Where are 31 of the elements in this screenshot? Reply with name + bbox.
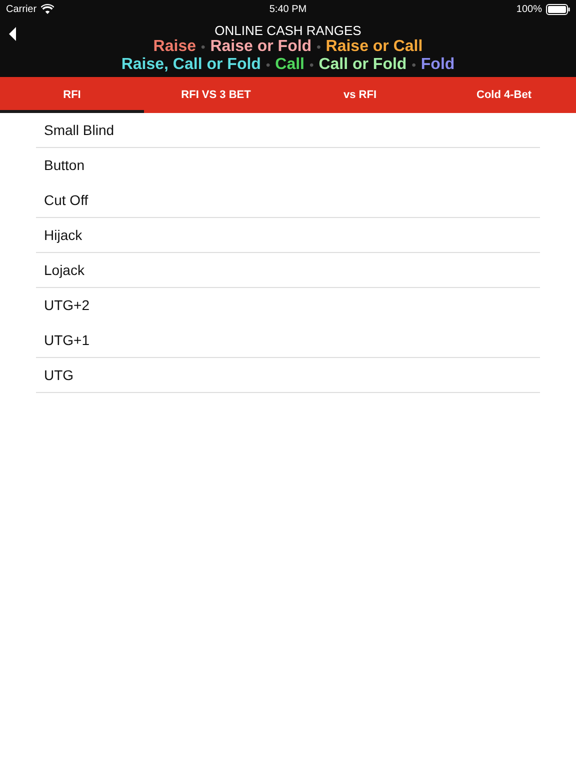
legend-label: Raise, Call or Fold bbox=[121, 56, 261, 73]
legend-separator: • bbox=[309, 58, 314, 72]
position-item[interactable]: Hijack bbox=[44, 227, 82, 243]
carrier-label: Carrier bbox=[6, 4, 37, 14]
position-item[interactable]: UTG bbox=[44, 367, 74, 383]
position-item[interactable]: UTG+1 bbox=[44, 332, 90, 348]
position-item[interactable]: Cut Off bbox=[44, 192, 88, 208]
legend-separator: • bbox=[412, 58, 416, 72]
battery-percent: 100% bbox=[516, 4, 542, 14]
tab[interactable]: RFI bbox=[0, 77, 144, 113]
header-title: ONLINE CASH RANGES bbox=[214, 24, 362, 38]
position-item[interactable]: Button bbox=[44, 157, 84, 173]
tab[interactable]: vs RFI bbox=[288, 77, 432, 113]
legend-separator: • bbox=[266, 58, 270, 72]
legend-label: Fold bbox=[420, 56, 455, 73]
position-item[interactable]: Lojack bbox=[44, 262, 84, 278]
back-icon[interactable] bbox=[9, 27, 17, 41]
wifi-icon bbox=[40, 4, 54, 14]
status-time: 5:40 PM bbox=[269, 4, 307, 14]
legend-label: Raise bbox=[153, 38, 196, 55]
battery-icon bbox=[546, 4, 570, 14]
legend-separator: • bbox=[201, 40, 206, 54]
legend-label: Raise or Call bbox=[326, 38, 423, 55]
legend-label: Raise or Fold bbox=[210, 38, 312, 55]
legend-label: Call bbox=[275, 56, 304, 73]
tab[interactable]: Cold 4-Bet bbox=[432, 77, 576, 113]
legend-label: Call or Fold bbox=[318, 56, 407, 73]
legend-separator: • bbox=[316, 40, 321, 54]
position-item[interactable]: UTG+2 bbox=[44, 297, 90, 313]
tab[interactable]: RFI VS 3 BET bbox=[144, 77, 288, 113]
position-item[interactable]: Small Blind bbox=[44, 122, 114, 138]
